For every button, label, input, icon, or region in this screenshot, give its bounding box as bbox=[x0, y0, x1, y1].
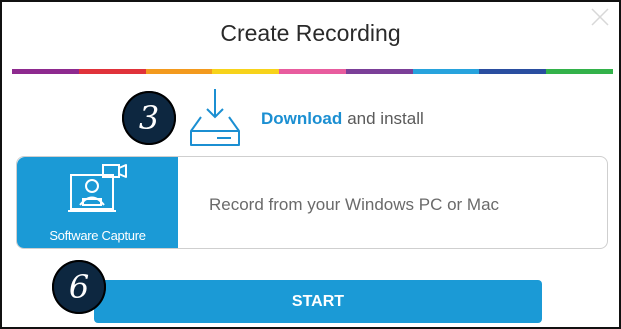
download-tray-icon bbox=[190, 89, 240, 146]
capture-description: Record from your Windows PC or Mac bbox=[209, 195, 500, 214]
download-row: Download and install bbox=[187, 84, 424, 154]
rainbow-segment bbox=[546, 69, 614, 74]
rainbow-segment bbox=[412, 69, 480, 74]
download-link[interactable]: Download bbox=[261, 109, 342, 128]
download-instruction: Download and install bbox=[261, 109, 424, 129]
download-rest-text: and install bbox=[347, 109, 424, 128]
rainbow-segment bbox=[479, 69, 547, 74]
rainbow-segment bbox=[12, 69, 79, 74]
software-capture-label: Software Capture bbox=[49, 228, 146, 243]
screen-capture-icon bbox=[68, 164, 127, 212]
create-recording-dialog: Create Recording 3 Download and install bbox=[0, 0, 621, 329]
rainbow-segment bbox=[212, 69, 280, 74]
software-capture-tile[interactable]: Software Capture bbox=[17, 157, 178, 248]
rainbow-segment bbox=[279, 69, 346, 74]
rainbow-segment bbox=[145, 69, 213, 74]
step-badge-download: 3 bbox=[122, 91, 176, 145]
software-capture-option[interactable]: Software Capture Record from your Window… bbox=[16, 156, 608, 249]
rainbow-segment bbox=[78, 69, 146, 74]
rainbow-segment bbox=[345, 69, 413, 74]
dialog-title: Create Recording bbox=[220, 20, 401, 46]
start-button[interactable]: START bbox=[94, 280, 542, 323]
rainbow-divider bbox=[12, 69, 614, 74]
step-badge-start: 6 bbox=[52, 260, 106, 314]
